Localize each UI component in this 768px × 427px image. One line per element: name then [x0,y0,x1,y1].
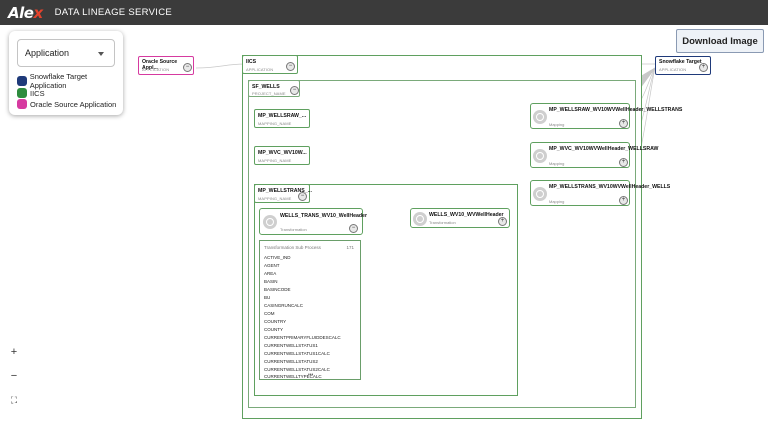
node-snowflake-target-app[interactable]: Snowflake Target APPLICATION + [655,56,711,75]
field-item[interactable]: AREA [264,271,276,276]
node-mp-wellstrans[interactable]: MP_WELLSTRANS_... MAPPING_NAME − [254,184,312,203]
node-type: Mapping [549,161,565,166]
expand-icon[interactable]: + [619,119,628,128]
node-title: SF_WELLS [252,84,280,90]
transformation-field-list[interactable]: Transformation Sub Process 171 ACTIVE_IN… [259,240,361,380]
node-type: Mapping [549,122,565,127]
legend-label: IICS [30,88,45,98]
zoom-in-button[interactable]: + [8,346,20,358]
field-item[interactable]: COUNTY [264,327,283,332]
legend-item: IICS [17,88,45,98]
field-item[interactable]: CURRENTWELLSTATUS1CALC [264,351,330,356]
mapping-icon [533,110,547,124]
collapse-icon[interactable]: − [286,62,295,71]
node-mapping-wellstrans[interactable]: MP_WELLSTRANS_WV10WVWellHeader_WELLS Map… [530,180,671,206]
legend-swatch [17,99,27,109]
node-title: MP_WELLSRAW_WV10WVWellHeader_WELLSTRANS [549,107,683,113]
collapse-icon[interactable]: − [298,192,307,201]
expand-icon[interactable]: + [619,158,628,167]
node-title: WELLS_WV10_WVWellHeader [429,212,504,218]
transformation-icon [413,212,427,226]
field-item[interactable]: CURRENTWELLSTATUS2 [264,359,318,364]
field-item[interactable]: CURRENTWELLSTATUS1 [264,343,318,348]
field-item[interactable]: CURRENTWELLSTATUS2CALC [264,367,330,372]
node-mapping-wellsraw[interactable]: MP_WELLSRAW_WV10WVWellHeader_WELLSTRANS … [530,103,683,129]
legend-panel: Application Snowflake Target Application… [9,31,123,115]
expand-icon[interactable]: + [699,63,708,72]
field-item[interactable]: BASIN [264,279,278,284]
node-wells-wv10-transformation[interactable]: WELLS_WV10_WVWellHeader Transformation + [410,208,510,228]
field-item[interactable]: COM [264,311,275,316]
field-item[interactable]: CASINGRUNCALC [264,303,303,308]
node-wells-trans-transformation[interactable]: WELLS_TRANS_WV10_WellHeader Transformati… [259,208,367,235]
node-oracle-source-app[interactable]: Oracle Source Appl... APPLICATION − [138,56,194,75]
field-item[interactable]: COUNTRY [264,319,286,324]
node-type: PROJECT_NAME [252,91,286,96]
collapse-icon[interactable]: − [349,224,358,233]
field-list-more-indicator[interactable]: ••• [308,372,313,378]
mapping-icon [533,149,547,163]
node-type: MAPPING_NAME [258,196,292,201]
field-list-header: Transformation Sub Process [264,245,321,250]
node-mp-wvc[interactable]: MP_WVC_WV10W... MAPPING_NAME [254,146,310,165]
node-type: APPLICATION [142,67,170,72]
node-type: Transformation [429,220,456,225]
field-item[interactable]: AGENT [264,263,280,268]
node-type: Mapping [549,199,565,204]
node-title: WELLS_TRANS_WV10_WellHeader [280,213,367,219]
node-type: MAPPING_NAME [258,158,292,163]
expand-icon[interactable]: + [498,217,507,226]
node-title: IICS [246,59,257,65]
fit-view-button[interactable]: ⛶ [8,394,20,406]
chevron-down-icon [98,52,104,56]
transformation-icon [263,215,277,229]
download-image-button[interactable]: Download Image [676,29,764,53]
node-title: MP_WVC_WV10WVWellHeader_WELLSRAW [549,146,659,152]
node-title: MP_WELLSRAW_... [258,113,307,119]
legend-item: Oracle Source Application [17,99,116,109]
field-item[interactable]: ACTIVE_IND [264,255,291,260]
expand-icon[interactable]: + [619,196,628,205]
collapse-icon[interactable]: − [290,86,299,95]
field-item[interactable]: CURRENTPRIMARYFLUIDDESCALC [264,335,341,340]
node-sf-wells-project[interactable]: SF_WELLS PROJECT_NAME − [248,80,300,97]
node-type: Transformation [280,227,307,232]
node-mp-wellsraw[interactable]: MP_WELLSRAW_... MAPPING_NAME [254,109,310,128]
node-type: MAPPING_NAME [258,121,292,126]
field-list-count: 171 [346,245,354,250]
legend-item: Snowflake Target Application [17,72,123,90]
zoom-out-button[interactable]: − [8,370,20,382]
collapse-icon[interactable]: − [183,63,192,72]
legend-label: Oracle Source Application [30,99,117,109]
node-type: APPLICATION [246,67,274,72]
grouping-select-value: Application [25,48,70,58]
node-title: MP_WELLSTRANS_WV10WVWellHeader_WELLS [549,184,671,190]
grouping-select[interactable]: Application [17,39,115,67]
field-item[interactable]: BASINCODE [264,287,291,292]
legend-swatch [17,76,27,86]
legend-swatch [17,88,27,98]
node-iics-app[interactable]: IICS APPLICATION − [242,55,298,74]
field-item[interactable]: BU [264,295,270,300]
node-mapping-wvc[interactable]: MP_WVC_WV10WVWellHeader_WELLSRAW Mapping… [530,142,659,168]
node-type: APPLICATION [659,67,687,72]
mapping-icon [533,187,547,201]
edge [195,63,246,69]
node-title: MP_WVC_WV10W... [258,150,307,156]
